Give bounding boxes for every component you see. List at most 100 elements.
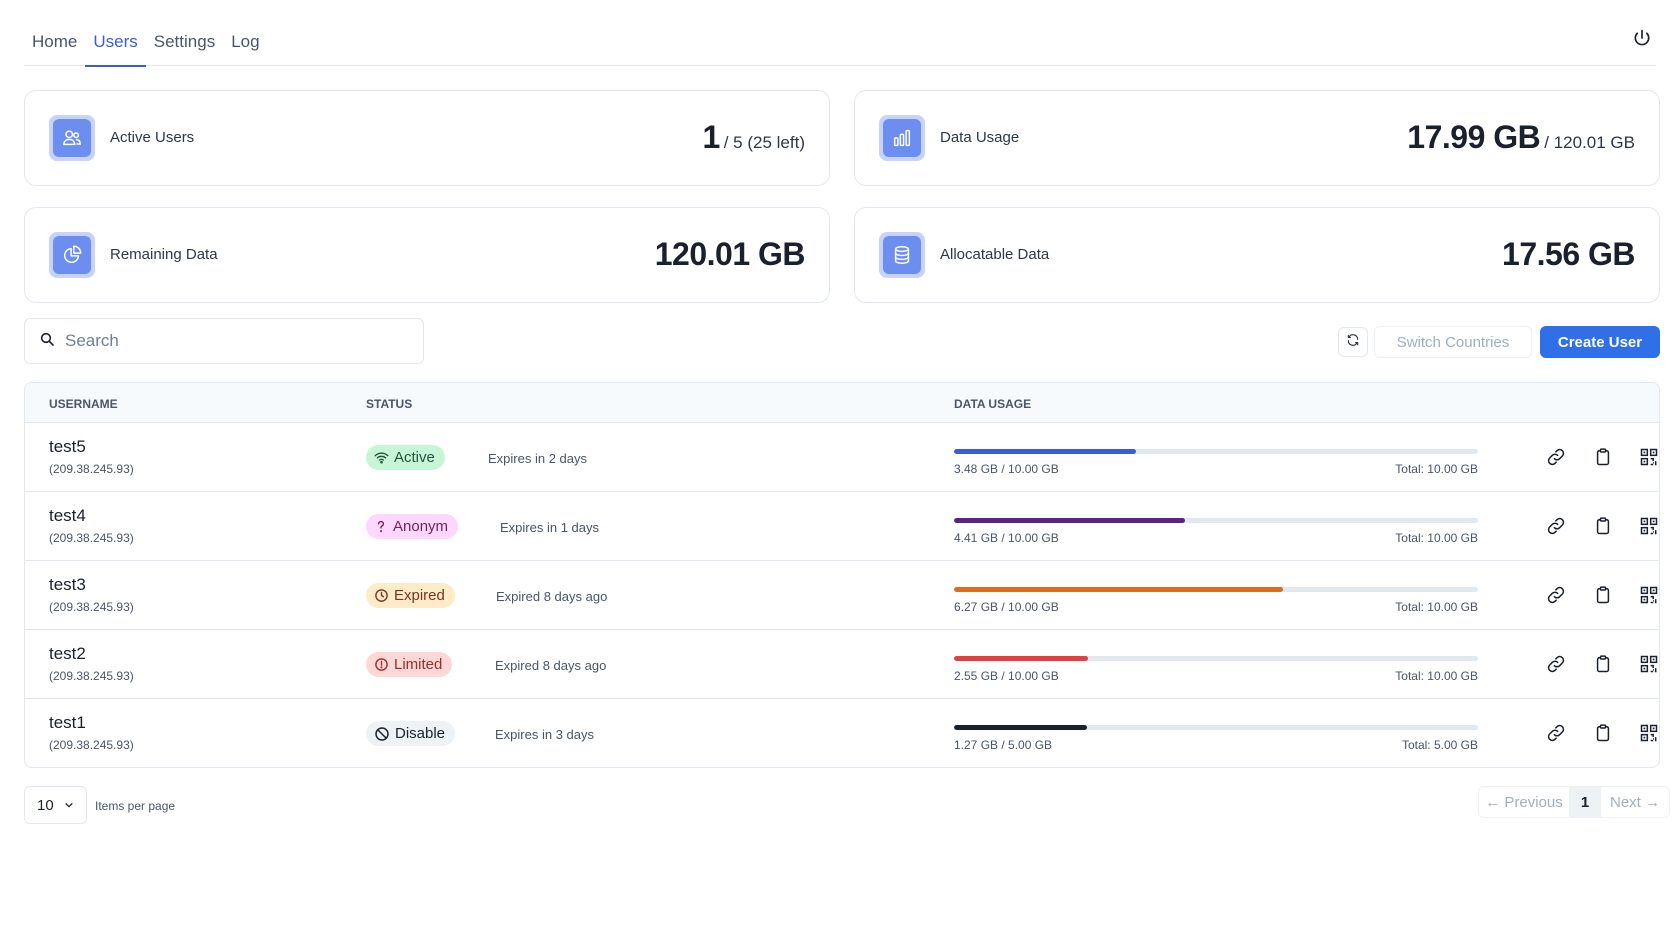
qr-code-icon[interactable] xyxy=(1637,652,1659,676)
link-icon[interactable] xyxy=(1544,721,1568,745)
database-icon xyxy=(879,232,925,278)
username: test3 xyxy=(49,575,86,594)
remaining-data-value: 120.01 GB xyxy=(654,236,806,272)
qr-code-icon[interactable] xyxy=(1637,514,1659,538)
items-per-page-label: Items per page xyxy=(95,799,176,813)
table-row: test4 (209.38.245.93) Anonym Expires in 1 d… xyxy=(25,492,1659,561)
user-ip: (209.38.245.93) xyxy=(49,531,134,545)
qr-code-icon[interactable] xyxy=(1637,721,1659,745)
refresh-button[interactable] xyxy=(1338,327,1368,357)
switch-countries-button[interactable]: Switch Countries xyxy=(1374,326,1532,358)
clipboard-icon[interactable] xyxy=(1591,514,1615,538)
table-header: USERNAME STATUS DATA USAGE xyxy=(25,383,1659,423)
table-row: test5 (209.38.245.93) Active Expires in 2 d… xyxy=(25,423,1659,492)
stat-value: 17.56 GB xyxy=(1502,236,1635,273)
expiry-text: Expired 8 days ago xyxy=(496,589,608,604)
column-header-status: STATUS xyxy=(366,397,413,411)
usage-progress-fill xyxy=(954,656,1088,661)
usage-progress-fill xyxy=(954,449,1137,454)
usage-progress-bar xyxy=(954,656,1478,661)
table-row: test2 (209.38.245.93) Limited Expired 8 day… xyxy=(25,630,1659,699)
usage-progress-bar xyxy=(954,449,1478,454)
usage-progress-fill xyxy=(954,725,1088,730)
search-input[interactable] xyxy=(65,331,385,351)
stat-card-allocatable-data: Allocatable Data 17.56 GB xyxy=(854,207,1660,303)
link-icon[interactable] xyxy=(1544,583,1568,607)
tab-settings[interactable]: Settings xyxy=(146,0,223,66)
table-row: test1 (209.38.245.93) Disable Expires in 3 … xyxy=(25,699,1659,767)
usage-total: Total: 10.00 GB xyxy=(1395,531,1478,545)
clipboard-icon[interactable] xyxy=(1591,583,1615,607)
clipboard-icon[interactable] xyxy=(1591,652,1615,676)
wifi-icon xyxy=(374,450,389,465)
refresh-icon xyxy=(1346,333,1360,352)
usage-total: Total: 5.00 GB xyxy=(1401,738,1478,752)
stat-label: Allocatable Data xyxy=(940,246,1050,263)
usage-total: Total: 10.00 GB xyxy=(1395,462,1478,476)
stat-card-remaining-data: Remaining Data 120.01 GB xyxy=(24,207,830,303)
table-row: test3 (209.38.245.93) Expired Expired 8 day… xyxy=(25,561,1659,630)
expiry-text: Expires in 2 days xyxy=(488,451,587,466)
search-icon xyxy=(39,331,55,352)
expiry-text: Expired 8 days ago xyxy=(495,658,607,673)
clipboard-icon[interactable] xyxy=(1591,721,1615,745)
power-icon[interactable] xyxy=(1628,24,1656,52)
link-icon[interactable] xyxy=(1544,652,1568,676)
active-users-limit: / 5 (25 left) xyxy=(723,133,805,152)
previous-page-button[interactable]: ← Previous xyxy=(1479,787,1569,817)
expiry-text: Expires in 1 days xyxy=(500,520,599,535)
ban-icon xyxy=(374,726,390,742)
username: test1 xyxy=(49,713,86,732)
status-badge: Active xyxy=(366,445,445,470)
next-page-button[interactable]: Next → xyxy=(1601,787,1669,817)
status-badge: Anonym xyxy=(366,514,459,539)
stat-label: Active Users xyxy=(110,129,195,146)
bar-chart-icon xyxy=(879,115,925,161)
users-table: USERNAME STATUS DATA USAGE test5 (209.38.… xyxy=(24,382,1660,768)
usage-progress-bar xyxy=(954,587,1478,592)
users-icon xyxy=(49,115,95,161)
stat-label: Remaining Data xyxy=(110,246,218,263)
stat-value: 17.99 GB / 120.01 GB xyxy=(1407,119,1635,156)
items-per-page-value: 10 xyxy=(37,796,54,814)
status-label: Limited xyxy=(394,656,443,673)
alert-circle-icon xyxy=(374,657,389,672)
pagination: ← Previous 1 Next → xyxy=(1478,786,1670,818)
create-user-button[interactable]: Create User xyxy=(1540,326,1660,358)
user-ip: (209.38.245.93) xyxy=(49,462,134,476)
qr-code-icon[interactable] xyxy=(1637,583,1659,607)
top-nav: Home Users Settings Log xyxy=(24,0,1656,67)
page-number-button[interactable]: 1 xyxy=(1569,787,1601,817)
pie-chart-icon xyxy=(49,232,95,278)
username: test2 xyxy=(49,644,86,663)
user-ip: (209.38.245.93) xyxy=(49,738,134,752)
status-badge: Expired xyxy=(366,583,455,608)
data-usage-value: 17.99 GB xyxy=(1407,119,1541,155)
stat-card-active-users: Active Users 1 / 5 (25 left) xyxy=(24,90,830,186)
qr-code-icon[interactable] xyxy=(1637,445,1659,469)
status-label: Active xyxy=(394,449,435,466)
tab-users[interactable]: Users xyxy=(85,0,147,67)
chevron-down-icon xyxy=(64,797,74,814)
usage-total: Total: 10.00 GB xyxy=(1395,600,1478,614)
status-badge: Disable xyxy=(366,721,456,746)
expiry-text: Expires in 3 days xyxy=(495,727,594,742)
status-label: Disable xyxy=(395,725,446,742)
column-header-username: USERNAME xyxy=(49,397,118,411)
user-ip: (209.38.245.93) xyxy=(49,600,134,614)
clock-icon xyxy=(374,588,389,603)
tab-log[interactable]: Log xyxy=(223,0,267,66)
link-icon[interactable] xyxy=(1544,445,1568,469)
column-header-data-usage: DATA USAGE xyxy=(954,397,1032,411)
question-icon xyxy=(374,519,388,534)
usage-total: Total: 10.00 GB xyxy=(1395,669,1478,683)
items-per-page-select[interactable]: 10 xyxy=(24,786,87,824)
usage-progress-fill xyxy=(954,518,1186,523)
clipboard-icon[interactable] xyxy=(1591,445,1615,469)
link-icon[interactable] xyxy=(1544,514,1568,538)
nav-tabs: Home Users Settings Log xyxy=(24,0,268,67)
data-usage-limit: / 120.01 GB xyxy=(1544,133,1635,152)
username: test5 xyxy=(49,437,86,456)
tab-home[interactable]: Home xyxy=(24,0,85,66)
usage-progress-fill xyxy=(954,587,1283,592)
